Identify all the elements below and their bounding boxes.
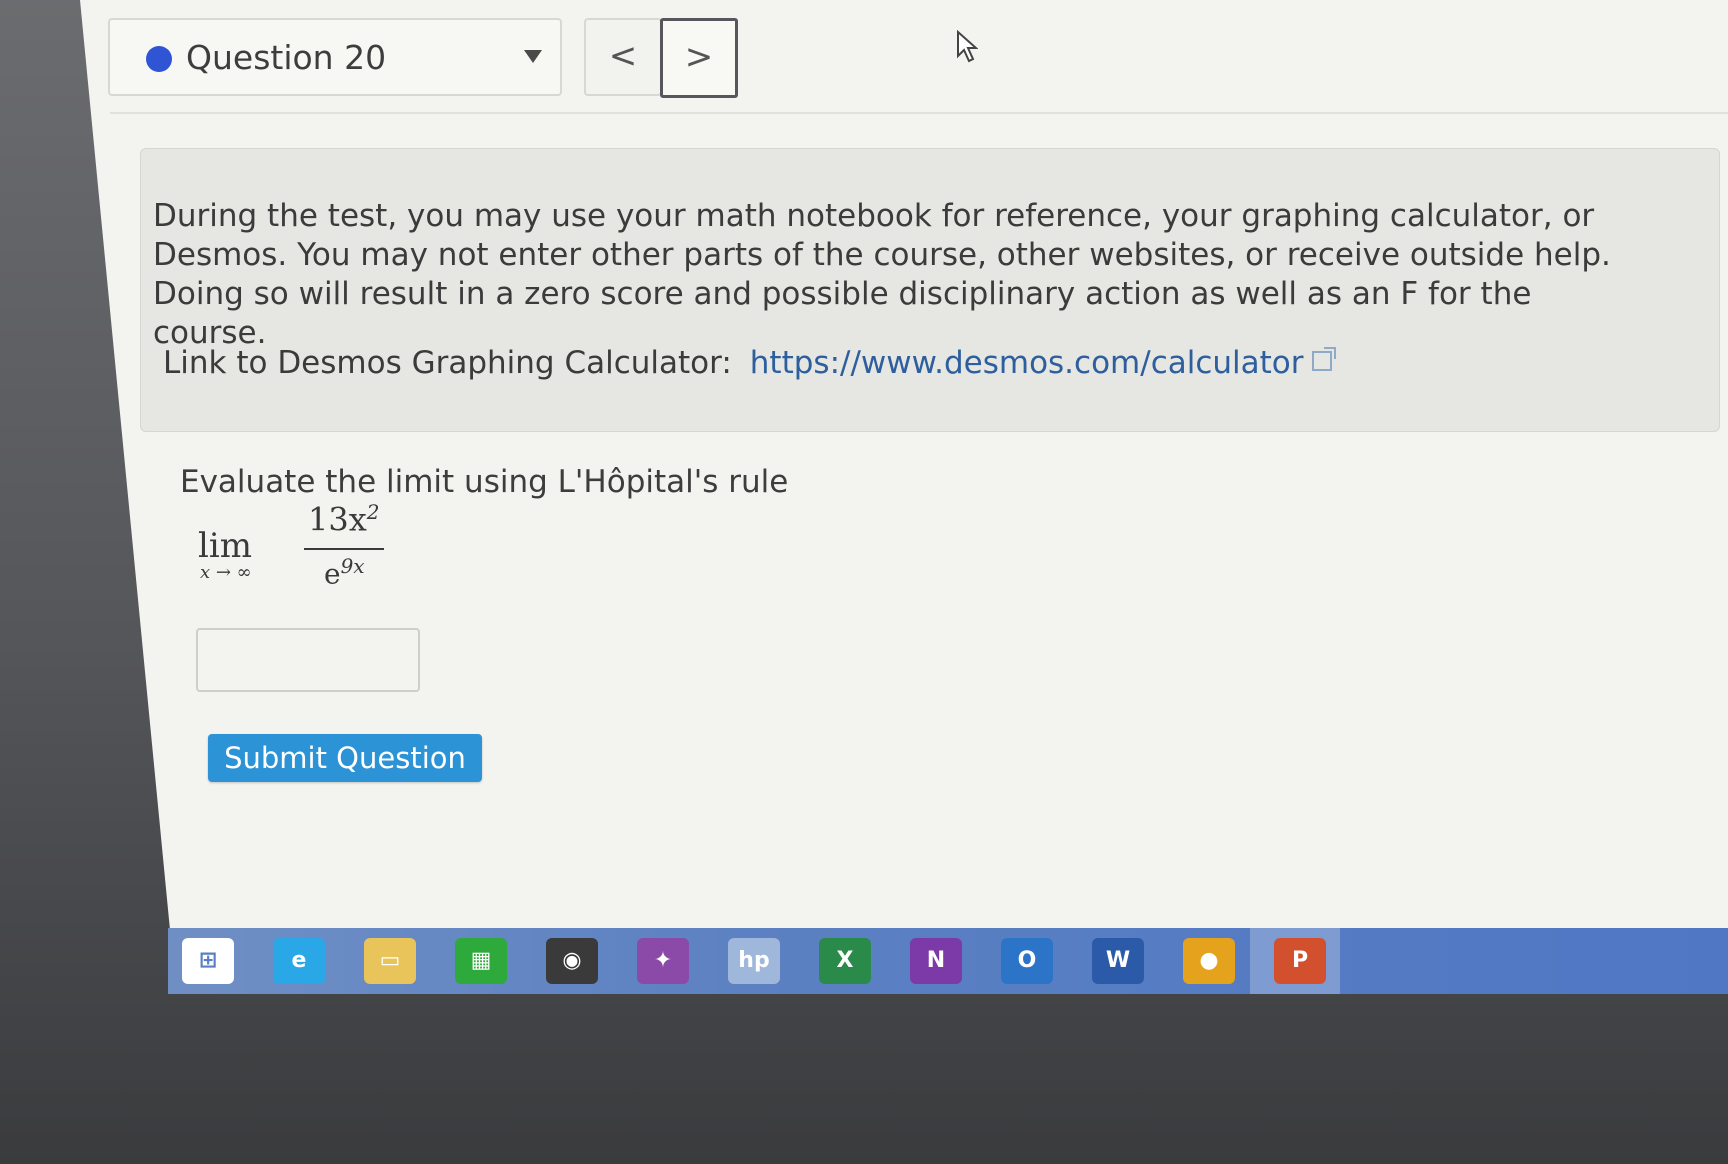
chrome-icon[interactable]: ● bbox=[1183, 938, 1235, 984]
caret-down-icon bbox=[524, 50, 542, 63]
internet-explorer-icon[interactable]: e bbox=[273, 938, 325, 984]
external-link-icon bbox=[1311, 347, 1336, 371]
denominator: e9x bbox=[324, 554, 365, 590]
store-icon[interactable]: ▦ bbox=[455, 938, 507, 984]
powerpoint-icon[interactable]: P bbox=[1274, 938, 1326, 984]
mouse-cursor-icon bbox=[957, 30, 978, 63]
word-icon[interactable]: W bbox=[1092, 938, 1144, 984]
onenote-icon[interactable]: N bbox=[910, 938, 962, 984]
outlook-icon[interactable]: O bbox=[1001, 938, 1053, 984]
limit-expression: lim x → ∞ 13x2 e9x bbox=[198, 500, 398, 590]
question-status-dot bbox=[146, 46, 172, 72]
desmos-link-row: Link to Desmos Graphing Calculator: https… bbox=[163, 345, 1336, 381]
excel-icon[interactable]: X bbox=[819, 938, 871, 984]
previous-question-button[interactable]: < bbox=[584, 18, 662, 96]
numerator-coefficient: 13x bbox=[308, 500, 367, 539]
test-rules-notice: During the test, you may use your math n… bbox=[140, 148, 1720, 432]
denominator-exponent: 9x bbox=[340, 554, 365, 578]
taskbar: ⊞ e ▭ ▦ ◉ ✦ hp X N O W ● P bbox=[168, 928, 1728, 994]
desmos-link-label: Link to Desmos Graphing Calculator: bbox=[163, 345, 732, 381]
media-icon[interactable]: ◉ bbox=[546, 938, 598, 984]
denominator-base: e bbox=[324, 557, 341, 591]
limit-subscript: x → ∞ bbox=[200, 562, 252, 583]
question-select-label: Question 20 bbox=[186, 38, 387, 77]
fraction-bar bbox=[304, 548, 384, 550]
photos-icon[interactable]: ✦ bbox=[637, 938, 689, 984]
file-explorer-icon[interactable]: ▭ bbox=[364, 938, 416, 984]
desmos-link[interactable]: https://www.desmos.com/calculator bbox=[750, 345, 1304, 381]
question-prompt: Evaluate the limit using L'Hôpital's rul… bbox=[180, 464, 789, 500]
numerator: 13x2 bbox=[308, 500, 380, 539]
notice-text: During the test, you may use your math n… bbox=[153, 198, 1611, 351]
question-select[interactable]: Question 20 bbox=[108, 18, 562, 96]
divider bbox=[110, 112, 1728, 114]
limit-word: lim bbox=[198, 526, 252, 566]
next-question-button[interactable]: > bbox=[660, 18, 738, 98]
windows-start-icon[interactable]: ⊞ bbox=[182, 938, 234, 984]
hp-icon[interactable]: hp bbox=[728, 938, 780, 984]
numerator-exponent: 2 bbox=[366, 500, 380, 524]
submit-question-button[interactable]: Submit Question bbox=[208, 734, 482, 782]
answer-input[interactable] bbox=[196, 628, 420, 692]
